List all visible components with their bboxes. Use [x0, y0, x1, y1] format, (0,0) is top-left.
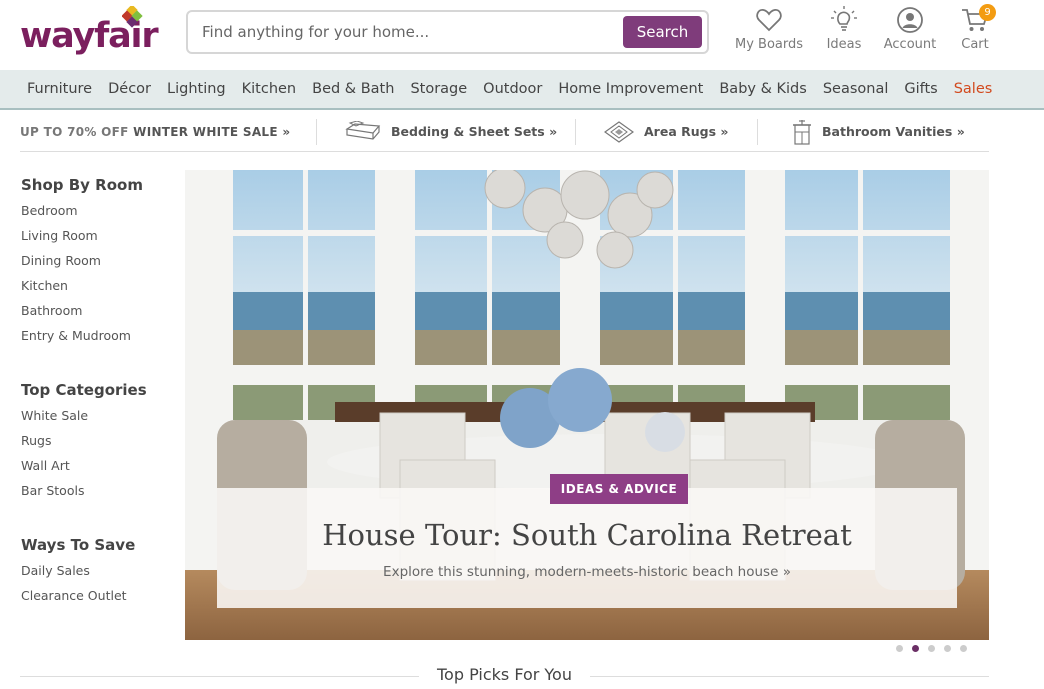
sidebar: Shop By Room Bedroom Living Room Dining … [21, 172, 181, 637]
top-picks-heading: Top Picks For You [20, 665, 989, 684]
ideas-label: Ideas [826, 37, 862, 52]
category-nav: Furniture Décor Lighting Kitchen Bed & B… [0, 70, 1044, 110]
ideas-advice-badge[interactable]: IDEAS & ADVICE [550, 474, 688, 504]
bathroom-vanities-label: Bathroom Vanities » [822, 124, 965, 139]
bedding-label: Bedding & Sheet Sets » [391, 124, 558, 139]
hero-caption-card[interactable]: IDEAS & ADVICE House Tour: South Carolin… [217, 474, 957, 608]
area-rugs-link[interactable]: Area Rugs » [576, 120, 757, 143]
sidebar-item-clearance-outlet[interactable]: Clearance Outlet [21, 583, 181, 608]
logo-mark-icon [122, 6, 143, 28]
category-sales[interactable]: Sales [946, 81, 1001, 97]
hero-title[interactable]: House Tour: South Carolina Retreat [217, 518, 957, 552]
carousel-dots [896, 645, 967, 652]
winter-white-sale-link[interactable]: UP TO 70% OFF WINTER WHITE SALE » [20, 125, 316, 139]
top-categories-section: Top Categories White Sale Rugs Wall Art … [21, 377, 181, 503]
category-bed-bath[interactable]: Bed & Bath [304, 81, 402, 97]
carousel-dot-active[interactable] [912, 645, 919, 652]
category-gifts[interactable]: Gifts [896, 81, 945, 97]
category-lighting[interactable]: Lighting [159, 81, 234, 97]
top-picks-heading-row: Top Picks For You [20, 664, 989, 688]
category-outdoor[interactable]: Outdoor [475, 81, 550, 97]
sidebar-item-dining-room[interactable]: Dining Room [21, 248, 181, 273]
category-baby-kids[interactable]: Baby & Kids [711, 81, 814, 97]
heart-icon [756, 9, 782, 32]
vanity-icon [793, 119, 811, 145]
area-rugs-label: Area Rugs » [644, 124, 729, 139]
sidebar-item-bar-stools[interactable]: Bar Stools [21, 478, 181, 503]
sidebar-item-bedroom[interactable]: Bedroom [21, 198, 181, 223]
category-furniture[interactable]: Furniture [19, 81, 100, 97]
my-boards-link[interactable]: My Boards [729, 6, 809, 52]
shop-by-room-section: Shop By Room Bedroom Living Room Dining … [21, 172, 181, 348]
category-storage[interactable]: Storage [402, 81, 475, 97]
top-categories-heading: Top Categories [21, 381, 147, 399]
category-home-improvement[interactable]: Home Improvement [550, 81, 711, 97]
promo-bar: UP TO 70% OFF WINTER WHITE SALE » Beddin… [20, 112, 989, 152]
bathroom-vanities-link[interactable]: Bathroom Vanities » [758, 119, 965, 145]
category-decor[interactable]: Décor [100, 81, 159, 97]
category-seasonal[interactable]: Seasonal [815, 81, 897, 97]
account-label: Account [883, 37, 937, 52]
cart-count-badge: 9 [979, 4, 996, 21]
site-header: wayfair Search My Boards Ideas [0, 0, 1044, 70]
category-kitchen[interactable]: Kitchen [234, 81, 305, 97]
lightbulb-icon [831, 6, 857, 31]
bedding-icon [345, 120, 381, 140]
search-input[interactable] [202, 12, 612, 52]
wayfair-logo[interactable]: wayfair [20, 6, 165, 60]
ways-to-save-heading: Ways To Save [21, 536, 136, 554]
sidebar-item-living-room[interactable]: Living Room [21, 223, 181, 248]
hero-banner[interactable]: IDEAS & ADVICE House Tour: South Carolin… [185, 170, 989, 640]
sale-prefix: UP TO 70% OFF [20, 124, 134, 139]
search-bar: Search [186, 10, 709, 54]
sidebar-item-rugs[interactable]: Rugs [21, 428, 181, 453]
bedding-sheet-sets-link[interactable]: Bedding & Sheet Sets » [317, 120, 575, 143]
cart-label: Cart [961, 37, 989, 52]
my-boards-label: My Boards [734, 37, 804, 52]
carousel-dot[interactable] [960, 645, 967, 652]
ways-to-save-section: Ways To Save Daily Sales Clearance Outle… [21, 532, 181, 608]
sidebar-item-entry-mudroom[interactable]: Entry & Mudroom [21, 323, 181, 348]
hero-subtitle-link[interactable]: Explore this stunning, modern-meets-hist… [217, 564, 957, 580]
top-picks-title: Top Picks For You [427, 665, 582, 684]
cart-link[interactable]: 9 Cart [935, 4, 1015, 52]
carousel-dot[interactable] [896, 645, 903, 652]
carousel-dot[interactable] [944, 645, 951, 652]
shop-by-room-heading: Shop By Room [21, 176, 143, 194]
rug-icon [604, 120, 634, 143]
sidebar-item-white-sale[interactable]: White Sale [21, 403, 181, 428]
sidebar-item-wall-art[interactable]: Wall Art [21, 453, 181, 478]
sidebar-item-kitchen[interactable]: Kitchen [21, 273, 181, 298]
user-icon [897, 7, 923, 33]
sidebar-item-daily-sales[interactable]: Daily Sales [21, 558, 181, 583]
sidebar-item-bathroom[interactable]: Bathroom [21, 298, 181, 323]
search-button[interactable]: Search [623, 16, 702, 48]
sale-label: WINTER WHITE SALE » [133, 124, 291, 139]
carousel-dot[interactable] [928, 645, 935, 652]
